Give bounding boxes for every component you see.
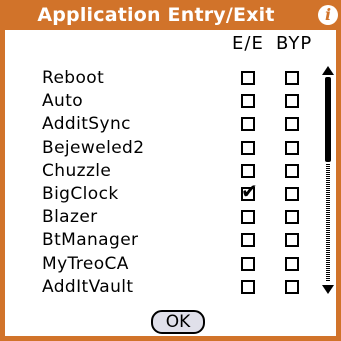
byp-checkbox[interactable]: [285, 256, 299, 271]
scrollbar[interactable]: [321, 66, 335, 298]
ee-checkbox[interactable]: [241, 256, 255, 271]
app-row: BtManager: [5, 229, 325, 252]
app-row: Blazer: [5, 206, 325, 229]
ee-checkbox[interactable]: [241, 279, 255, 294]
app-row: AddItVault: [5, 276, 325, 299]
app-name: AddItVault: [42, 276, 134, 297]
byp-checkbox[interactable]: [285, 140, 299, 155]
app-row: AdditSync: [5, 113, 325, 136]
byp-checkbox[interactable]: [285, 94, 299, 109]
scroll-down-arrow-icon[interactable]: [322, 285, 334, 294]
ee-checkbox[interactable]: [241, 210, 255, 225]
app-row: Bejeweled2: [5, 137, 325, 160]
ee-checkbox[interactable]: [241, 233, 255, 248]
scroll-track[interactable]: [326, 164, 330, 281]
app-row: Auto: [5, 90, 325, 113]
ee-checkbox[interactable]: [241, 163, 255, 178]
info-icon[interactable]: i: [318, 5, 338, 25]
ee-checkbox[interactable]: [241, 140, 255, 155]
app-name: Chuzzle: [42, 160, 112, 181]
byp-checkbox[interactable]: [285, 279, 299, 294]
ee-checkbox[interactable]: [241, 71, 255, 85]
byp-checkbox[interactable]: [285, 71, 299, 85]
app-row: BigClock ✔: [5, 181, 325, 206]
byp-checkbox[interactable]: [285, 163, 299, 178]
checkmark-icon: ✔: [241, 179, 258, 203]
scroll-up-arrow-icon[interactable]: [322, 66, 334, 75]
app-name: BigClock: [42, 184, 119, 204]
app-row: Reboot: [5, 67, 325, 90]
scroll-thumb[interactable]: [325, 77, 331, 162]
dialog-title: Application Entry/Exit: [37, 4, 275, 26]
ee-checkbox[interactable]: ✔: [241, 181, 258, 201]
app-name: MyTreoCA: [42, 253, 129, 274]
byp-checkbox[interactable]: [285, 210, 299, 225]
application-entry-exit-dialog: Application Entry/Exit i E/E BYP Reboot A…: [0, 0, 341, 341]
app-name: Auto: [42, 91, 84, 112]
byp-checkbox[interactable]: [285, 117, 299, 132]
app-name: Reboot: [42, 68, 105, 88]
app-row: MyTreoCA: [5, 253, 325, 276]
ok-button[interactable]: OK: [151, 310, 205, 334]
app-name: AdditSync: [42, 114, 131, 135]
app-name: Bejeweled2: [42, 137, 145, 158]
app-row: Chuzzle: [5, 160, 325, 183]
app-name: BtManager: [42, 230, 139, 251]
ee-checkbox[interactable]: [241, 94, 255, 109]
ee-checkbox[interactable]: [241, 117, 255, 132]
column-header-ee: E/E: [232, 33, 264, 54]
app-name: Blazer: [42, 207, 98, 228]
byp-checkbox[interactable]: [285, 187, 299, 201]
column-header-byp: BYP: [276, 33, 313, 54]
title-bar: Application Entry/Exit i: [5, 0, 341, 30]
byp-checkbox[interactable]: [285, 233, 299, 248]
